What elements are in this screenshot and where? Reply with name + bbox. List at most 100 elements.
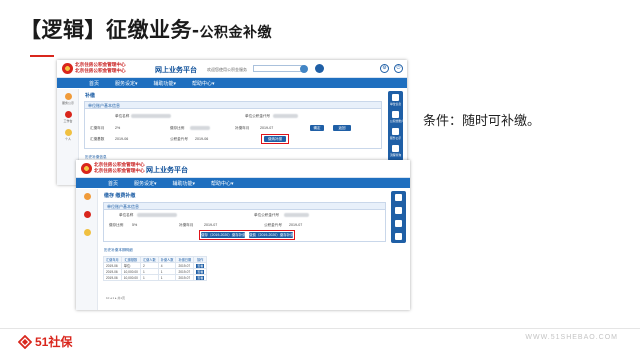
rr-item-public[interactable]: 服务公示 (390, 128, 401, 140)
title-sub: 公积金补缴 (199, 24, 272, 40)
right-rail: 单位信息 公积金账户 服务公示 流程查询 (388, 91, 404, 161)
table-row: 2019-06 10,000.00 1 1 2019-07 查看 (103, 274, 208, 281)
field-label: 汇缴基数 (90, 137, 105, 141)
workbench-icon (83, 211, 91, 218)
brand-logo: 51社保 (18, 333, 72, 350)
main-nav: 首页 服务设定▾ 辅助功能▾ 帮助中心▾ (57, 78, 407, 88)
field-value: 2019-07 (204, 223, 218, 227)
redacted-value (273, 114, 298, 118)
action-cell: 查看 (193, 274, 208, 281)
search-input[interactable] (253, 65, 305, 72)
account-info-panel: 单位账户基本信息 单位名称 单位公积金代号 缴存比例 5% 补缴年月 2019-… (103, 202, 386, 242)
rail-label: 工作台 (63, 119, 73, 123)
table-cell: 10,000.00 (120, 274, 141, 281)
panel-title: 单位账户基本信息 (104, 203, 385, 210)
field-value: 2% (115, 126, 121, 130)
clock-icon (392, 145, 399, 152)
view-button[interactable]: 查看 (196, 269, 205, 274)
history-table: 汇缴年月 汇缴基数 汇缴人数 补缴人数 补缴日期 操作 2019-06 单位: … (103, 256, 208, 281)
redacted-value (284, 213, 309, 217)
org-line-2: 北京住房公积金管理中心 (75, 68, 126, 73)
rr-item-process[interactable]: 流程查询 (390, 145, 401, 157)
clock-icon (395, 233, 402, 240)
rail-item-public[interactable] (81, 193, 93, 205)
nav-tools[interactable]: 辅助功能▾ (173, 180, 196, 187)
nav-home[interactable]: 首页 (108, 180, 118, 187)
rr-item-unit[interactable] (393, 194, 404, 201)
slide: 【逻辑】征缴业务-公积金补缴 北京住房公积金管理中心 北京住房公积金管理中心 网… (0, 0, 640, 360)
title-main: 【逻辑】征缴业务- (20, 19, 200, 42)
rail-item-personal[interactable] (81, 229, 93, 241)
breadcrumb: 缴存 缴费补缴 (104, 193, 136, 199)
rail-item-workbench[interactable]: 工作台 (62, 111, 74, 123)
field-value: 5% (132, 223, 138, 227)
field-label: 单位名称 (119, 213, 134, 217)
field-label: 单位名称 (115, 114, 130, 118)
logo-text: 51社保 (35, 335, 73, 349)
nav-help[interactable]: 帮助中心▾ (192, 80, 215, 87)
nav-home[interactable]: 首页 (89, 80, 99, 87)
person-icon (83, 193, 91, 200)
rr-item-unit[interactable]: 单位信息 (390, 94, 401, 106)
field-value: 2019-07 (289, 223, 303, 227)
platform-name: 网上业务平台 (155, 67, 197, 74)
rr-item-process[interactable] (393, 233, 404, 240)
redacted-value (131, 114, 171, 118)
settings-icon[interactable]: ⚙ (380, 64, 389, 73)
rr-label: 服务公示 (390, 136, 402, 140)
column-header: 汇缴人数 (139, 256, 159, 263)
field-value: 2019-06 (115, 137, 129, 141)
nav-service[interactable]: 服务设定▾ (115, 80, 138, 87)
logout-icon[interactable]: ⏻ (394, 64, 403, 73)
site-header: 北京住房公积金管理中心 北京住房公积金管理中心 网上业务平台 欢迎您使用公积金服… (57, 60, 407, 78)
view-button[interactable]: 查看 (196, 263, 205, 268)
rr-item-account[interactable]: 公积金账户 (390, 111, 404, 123)
emblem-icon (62, 63, 73, 74)
footer-divider (0, 328, 640, 329)
slide-title: 【逻辑】征缴业务-公积金补缴 (20, 14, 272, 44)
redacted-value (137, 213, 177, 217)
table-cell: 2019-07 (175, 274, 195, 281)
table-cell: 1 (157, 274, 177, 281)
document-icon (395, 207, 402, 214)
view-button[interactable]: 查看 (196, 275, 205, 280)
title-underline (30, 55, 54, 57)
field-label: 缴存比例 (109, 223, 124, 227)
rr-item-account[interactable] (393, 207, 404, 214)
rail-label: 个人 (64, 137, 71, 141)
column-header: 补缴日期 (175, 256, 195, 263)
search-icon[interactable] (300, 65, 308, 73)
rr-item-public[interactable] (393, 220, 404, 227)
rail-item-public[interactable]: 服务公示 (62, 93, 74, 105)
org-line-2: 北京住房公积金管理中心 (94, 168, 145, 173)
confirm-button[interactable]: 确定 (310, 125, 324, 131)
column-header: 汇缴年月 (103, 256, 122, 263)
field-label: 单位公积金代号 (245, 114, 271, 118)
rail-item-personal[interactable]: 个人 (62, 129, 74, 141)
field-label: 缴存比例 (170, 126, 185, 130)
greeting-text: 欢迎您使用公积金服务 (207, 67, 247, 72)
pagination[interactable]: 10 ◂ 1 ▸ 共1页 (106, 296, 125, 300)
nav-tools[interactable]: 辅助功能▾ (154, 80, 177, 87)
condition-text: 条件：随时可补缴。 (423, 113, 541, 128)
return-button[interactable]: 返回 (333, 125, 351, 131)
monitor-icon (395, 194, 402, 201)
account-info-panel: 单位账户基本信息 单位名称 单位公积金代号 汇缴年月 2% 缴存比例 补缴年月 … (84, 101, 382, 149)
document-icon (392, 111, 399, 118)
site-header: 北京住房公积金管理中心 北京住房公积金管理中心 网上业务平台 (76, 160, 410, 178)
user-icon (83, 229, 91, 236)
rail-item-workbench[interactable] (81, 211, 93, 223)
field-label: 公积金代号 (170, 137, 188, 141)
logo-icon (18, 334, 32, 349)
panel-title: 单位账户基本信息 (85, 102, 381, 109)
user-avatar-icon[interactable] (315, 64, 324, 73)
rr-label: 公积金账户 (390, 119, 404, 123)
list-icon (395, 220, 402, 227)
nav-service[interactable]: 服务设定▾ (134, 180, 157, 187)
field-label: 汇缴年月 (90, 126, 105, 130)
right-rail (391, 191, 406, 243)
table-cell: 1 (139, 274, 159, 281)
rr-label: 单位信息 (390, 102, 402, 106)
table-cell: 2019-06 (103, 274, 122, 281)
nav-help[interactable]: 帮助中心▾ (211, 180, 234, 187)
